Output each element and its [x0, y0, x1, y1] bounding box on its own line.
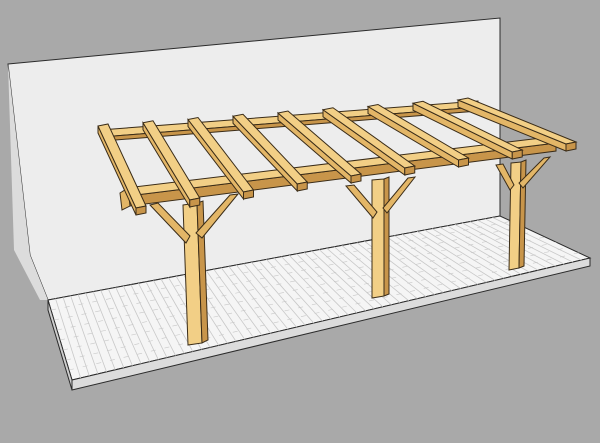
pergola-drawing	[7, 17, 592, 391]
post-left	[182, 200, 209, 346]
post-middle	[371, 176, 390, 299]
post-right	[508, 159, 527, 271]
pergola-scene	[0, 0, 600, 443]
